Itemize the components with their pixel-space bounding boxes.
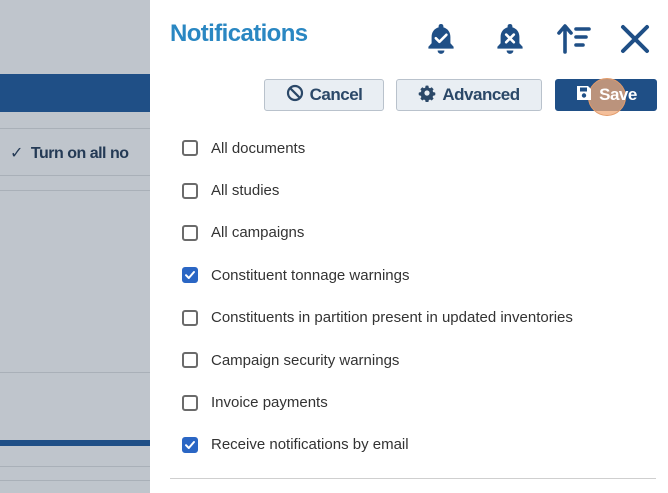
- advanced-label: Advanced: [442, 85, 520, 104]
- advanced-button[interactable]: Advanced: [396, 79, 542, 111]
- background-divider: [0, 190, 150, 191]
- background-divider: [0, 480, 150, 481]
- cancel-button[interactable]: Cancel: [264, 79, 384, 111]
- bell-check-icon[interactable]: [423, 20, 459, 58]
- option-label: Receive notifications by email: [211, 436, 409, 454]
- notification-option[interactable]: All campaigns: [182, 212, 652, 254]
- notifications-panel: Notifications Cancel Advanced Save All d…: [150, 0, 668, 493]
- option-label: Constituents in partition present in upd…: [211, 309, 573, 327]
- checkbox[interactable]: [182, 224, 198, 241]
- save-button[interactable]: Save: [555, 78, 657, 116]
- checkbox[interactable]: [182, 267, 198, 284]
- turn-on-all-button: ✓ Turn on all no: [10, 143, 129, 163]
- option-label: All campaigns: [211, 224, 305, 242]
- option-label: All documents: [211, 139, 306, 157]
- checkbox[interactable]: [182, 394, 198, 411]
- background-divider: [0, 372, 150, 373]
- option-label: Constituent tonnage warnings: [211, 266, 410, 284]
- cancel-label: Cancel: [309, 85, 363, 104]
- option-label: Campaign security warnings: [211, 351, 400, 369]
- background-divider: [0, 128, 150, 129]
- panel-title: Notifications: [170, 20, 308, 47]
- notification-option[interactable]: Constituent tonnage warnings: [182, 254, 652, 296]
- background-footer-bar: [0, 440, 150, 446]
- bell-x-icon[interactable]: [492, 20, 528, 58]
- turn-on-all-label: Turn on all no: [30, 145, 129, 162]
- option-label: Invoice payments: [211, 394, 328, 412]
- notification-option[interactable]: Constituents in partition present in upd…: [182, 297, 652, 339]
- background-header-bar: [0, 74, 150, 112]
- background-divider: [0, 175, 150, 176]
- background-divider: [0, 466, 150, 467]
- checkbox[interactable]: [182, 309, 198, 326]
- checkbox[interactable]: [182, 352, 198, 369]
- background-page: ✓ Turn on all no: [0, 0, 150, 493]
- checkbox[interactable]: [182, 182, 198, 199]
- notification-options-list: All documents All studies All campaigns Con…: [182, 127, 652, 466]
- notification-option[interactable]: Receive notifications by email: [182, 424, 652, 466]
- divider: [170, 478, 656, 479]
- checkbox[interactable]: [182, 436, 198, 453]
- save-label: Save: [599, 85, 637, 104]
- option-label: All studies: [211, 182, 280, 200]
- checkbox[interactable]: [182, 140, 198, 157]
- floppy-disk-icon: [575, 84, 593, 107]
- ban-icon: [286, 84, 304, 107]
- check-icon: ✓: [10, 145, 23, 162]
- notification-option[interactable]: Campaign security warnings: [182, 339, 652, 381]
- notification-option[interactable]: All documents: [182, 127, 652, 169]
- gear-icon: [418, 84, 436, 107]
- sort-asc-icon[interactable]: [556, 20, 592, 58]
- notification-option[interactable]: Invoice payments: [182, 381, 652, 423]
- close-icon[interactable]: [617, 20, 653, 58]
- notification-option[interactable]: All studies: [182, 169, 652, 211]
